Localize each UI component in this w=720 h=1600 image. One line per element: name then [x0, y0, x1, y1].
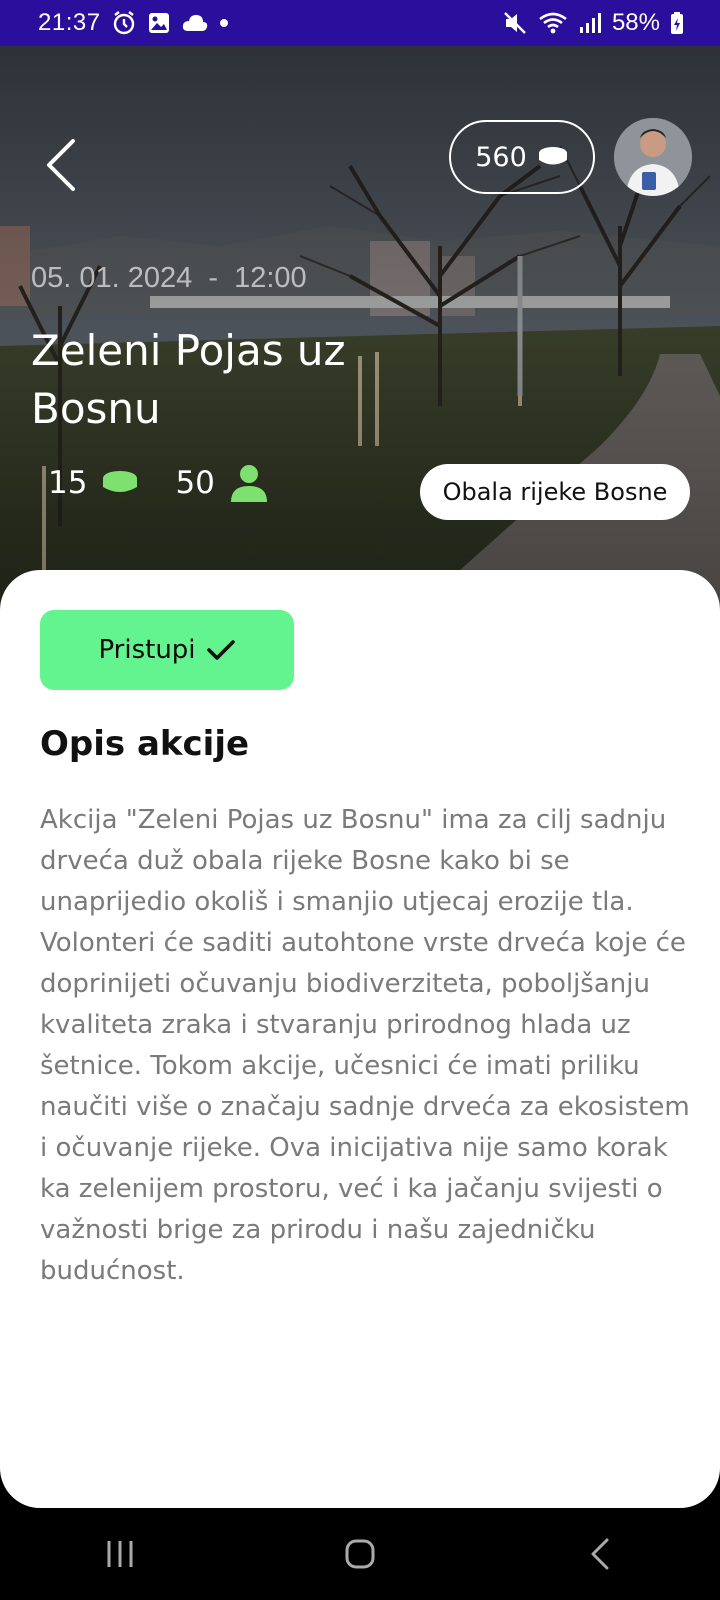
status-bar: 21:37 58% — [0, 0, 720, 46]
event-datetime: 05. 01. 2024 - 12:00 — [31, 262, 307, 295]
home-icon — [345, 1539, 375, 1569]
wifi-icon — [538, 11, 568, 35]
coin-balance-value: 560 — [475, 141, 527, 173]
coin-stack-icon — [538, 147, 567, 165]
datetime-separator: - — [208, 262, 218, 294]
join-button[interactable]: Pristupi — [40, 610, 294, 690]
system-back-button[interactable] — [550, 1519, 650, 1589]
back-button[interactable] — [38, 130, 82, 200]
notification-dot-icon — [219, 18, 229, 28]
coin-balance[interactable]: 560 — [449, 120, 595, 194]
participants-stat: 50 — [175, 464, 268, 502]
user-avatar[interactable] — [614, 118, 692, 196]
status-right: 58% — [502, 9, 684, 37]
location-badge[interactable]: Obala rijeke Bosne — [420, 464, 690, 520]
join-button-label: Pristupi — [98, 635, 196, 665]
battery-charging-icon — [670, 11, 684, 35]
mute-icon — [502, 10, 528, 36]
coin-stack-icon — [103, 471, 138, 492]
description-text: Akcija "Zeleni Pojas uz Bosnu" ima za ci… — [40, 805, 690, 1286]
alarm-icon — [111, 10, 137, 36]
avatar-image — [614, 118, 692, 196]
status-time: 21:37 — [38, 9, 101, 36]
recent-apps-icon — [107, 1541, 133, 1567]
status-left: 21:37 — [38, 9, 229, 37]
description-title: Opis akcije — [40, 724, 250, 764]
location-text: Obala rijeke Bosne — [442, 478, 668, 506]
event-time: 12:00 — [234, 262, 307, 294]
reward-value: 15 — [48, 465, 88, 501]
signal-icon — [578, 11, 602, 35]
system-navigation-bar — [0, 1508, 720, 1600]
home-button[interactable] — [310, 1519, 410, 1589]
cloud-icon — [181, 13, 209, 33]
battery-percent: 58% — [611, 9, 660, 36]
event-details-card: Pristupi Opis akcije Akcija "Zeleni Poja… — [0, 570, 720, 1508]
event-stats: 15 50 — [48, 464, 305, 502]
back-arrow-icon — [591, 1538, 609, 1570]
reward-stat: 15 — [48, 465, 139, 501]
chevron-left-icon — [47, 139, 75, 191]
gallery-icon — [147, 11, 171, 35]
event-hero: 560 05. 01. 2024 - 12:00 Zeleni Pojas uz… — [0, 46, 720, 606]
event-date: 05. 01. 2024 — [31, 262, 193, 294]
event-title: Zeleni Pojas uz Bosnu — [31, 326, 346, 433]
checkmark-icon — [206, 640, 235, 660]
recent-apps-button[interactable] — [70, 1519, 170, 1589]
person-icon — [230, 465, 267, 502]
participants-value: 50 — [175, 465, 215, 501]
